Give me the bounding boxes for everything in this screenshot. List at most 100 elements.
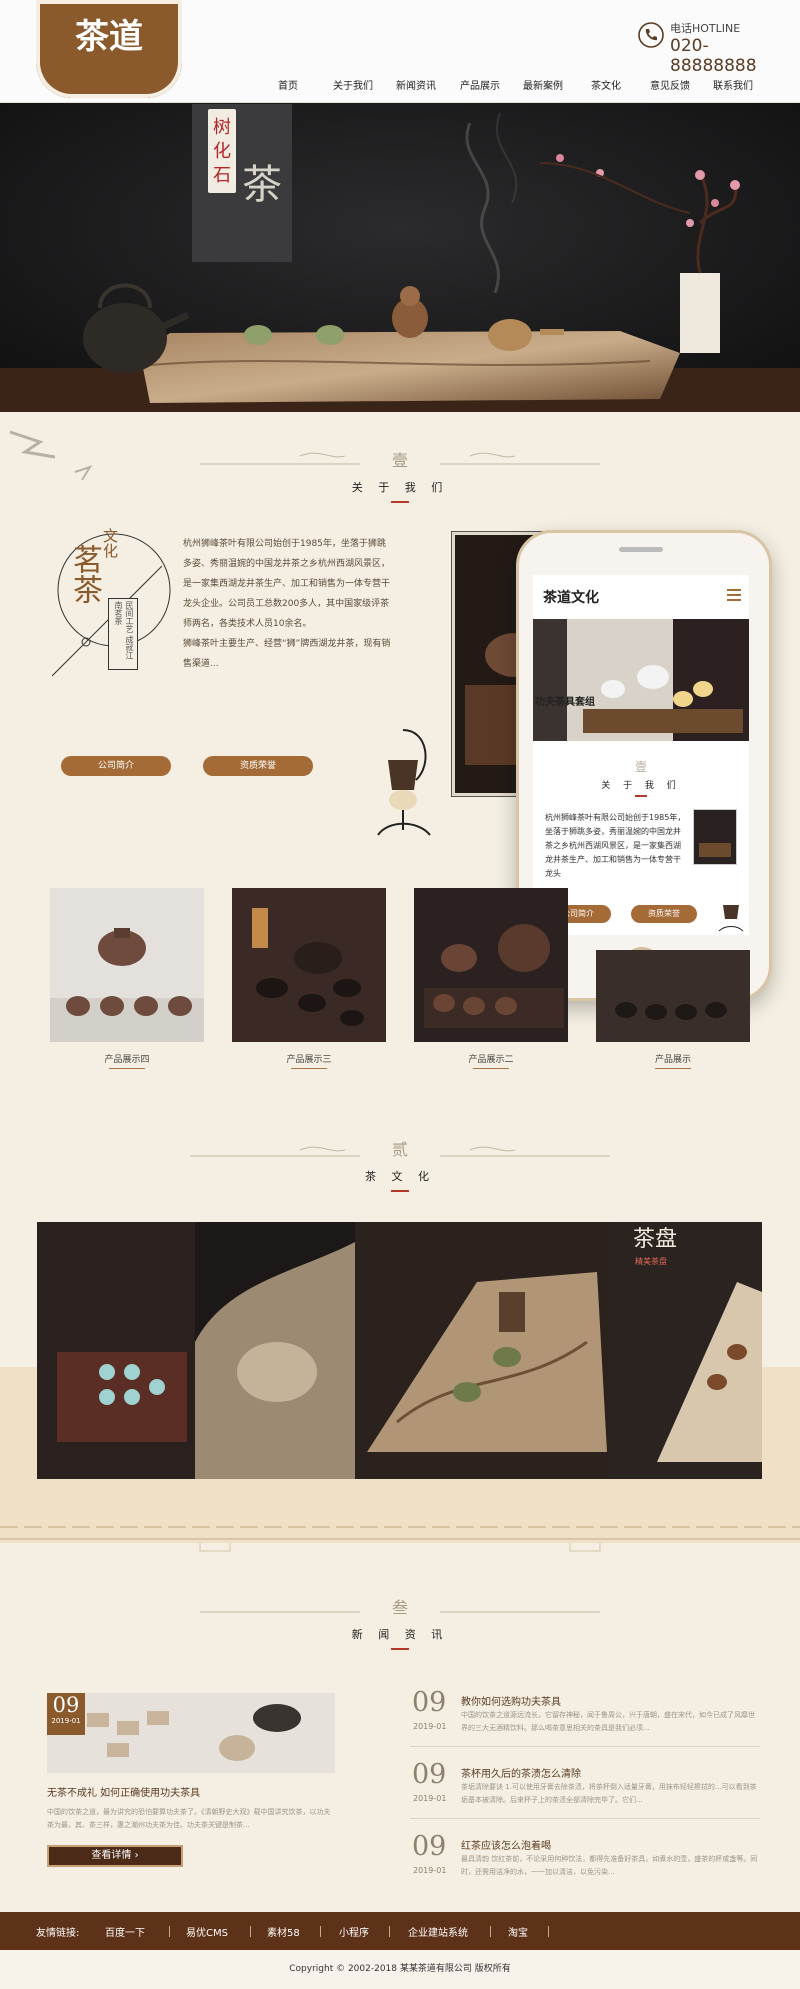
link-separator	[490, 1926, 491, 1937]
friend-links-label: 友情链接:	[36, 1928, 80, 1939]
phone-honor-button[interactable]: 资质荣誉	[631, 905, 697, 923]
hero-illustration: 树 化 石 茶	[0, 103, 800, 412]
news-item-desc: 中国的饮茶之道源远流长，它留存神秘，闻于鲁周公，兴于唐朝，盛在宋代，如今已成了风…	[461, 1711, 755, 1732]
banner-calligraphy: 茶	[242, 162, 282, 208]
phone-speaker	[619, 547, 663, 552]
news-item-desc: 茶垢清除要诀 1.可以使用牙膏去除茶渍，将茶杯倒入适量牙膏，用抹布轻轻擦拭的..…	[461, 1783, 757, 1804]
phone-title-underline	[635, 795, 647, 797]
section-title-underline	[391, 501, 409, 503]
news-featured-datebox: 09 2019-01	[47, 1693, 85, 1735]
phone-hero-text: 功夫茶具套组	[535, 697, 595, 708]
product-image-3[interactable]	[232, 888, 386, 1042]
news-divider	[410, 1746, 760, 1747]
hotline-number: 020-88888888	[670, 36, 757, 76]
link-separator	[169, 1926, 170, 1937]
badge-large-text: 茗茶	[67, 544, 102, 604]
site-header: 茶道 电话HOTLINE 020-88888888 首页 关于我们 新闻资讯 产…	[0, 0, 800, 103]
friend-link[interactable]: 企业建站系统	[408, 1924, 468, 1939]
news-featured-day: 09	[52, 1693, 80, 1717]
news-item-day: 09	[412, 1759, 447, 1790]
sign-char-3: 石	[213, 165, 231, 186]
news-featured-ym: 2019-01	[51, 1717, 81, 1725]
about-badge: 文化 茗茶 民间工艺 成就江南茗茶	[51, 528, 172, 678]
product-caption-line	[109, 1068, 145, 1069]
news-featured[interactable]: 09 2019-01	[47, 1693, 335, 1773]
phone-hero-image	[533, 619, 749, 741]
friend-link[interactable]: 淘宝	[508, 1924, 528, 1939]
phone-icon	[638, 22, 664, 48]
phone-section-number: 壹	[634, 760, 647, 774]
hotline-label: 电话HOTLINE	[670, 22, 741, 35]
badge-vertical-box: 民间工艺 成就江南茗茶	[108, 598, 138, 670]
nav-item-cases[interactable]: 最新案例	[523, 77, 563, 92]
about-section-number: 壹	[391, 451, 408, 470]
nav-item-feedback[interactable]: 意见反馈	[650, 77, 690, 92]
news-item-title[interactable]: 红茶应该怎么泡着喝	[461, 1837, 551, 1852]
news-section-title: 新 闻 资 讯	[351, 1628, 449, 1641]
news-item-ym: 2019-01	[413, 1866, 447, 1875]
link-separator	[250, 1926, 251, 1937]
sign-char-1: 树	[213, 117, 231, 138]
culture-section-head: 贰 茶 文 化	[0, 1136, 800, 1192]
nav-item-news[interactable]: 新闻资讯	[396, 77, 436, 92]
main-nav: 首页 关于我们 新闻资讯 产品展示 最新案例 茶文化 意见反馈 联系我们	[263, 77, 783, 97]
product-image-1[interactable]	[596, 950, 750, 1042]
friend-link[interactable]: 小程序	[339, 1924, 369, 1939]
culture-section-number: 贰	[391, 1140, 408, 1159]
news-featured-image	[47, 1693, 335, 1773]
site-logo[interactable]: 茶道	[36, 0, 182, 98]
section-title-underline	[391, 1648, 409, 1650]
link-separator	[320, 1926, 321, 1937]
about-section-title: 关 于 我 们	[351, 481, 449, 494]
nav-item-products[interactable]: 产品展示	[460, 77, 500, 92]
nav-item-contact[interactable]: 联系我们	[713, 77, 753, 92]
nav-item-home[interactable]: 首页	[278, 77, 298, 92]
news-item-desc: 最具清韵 饮红茶前，不论采用何种饮法，都得先准备好茶具，如煮水的壶，盛茶的杯或盏…	[461, 1855, 758, 1876]
company-intro-button[interactable]: 公司简介	[61, 756, 171, 776]
nav-item-about[interactable]: 关于我们	[333, 77, 373, 92]
friend-link[interactable]: 易优CMS	[186, 1924, 228, 1939]
news-item-title[interactable]: 教你如何选购功夫茶具	[461, 1693, 561, 1708]
culture-gallery: 茶盘 精美茶盘	[37, 1222, 762, 1479]
culture-gallery-image[interactable]: 茶盘 精美茶盘	[37, 1222, 762, 1479]
hero-banner[interactable]: 树 化 石 茶	[0, 103, 800, 412]
about-para-2: 狮峰茶叶主要生产、经营“狮”牌西湖龙井茶，现有销售渠道...	[183, 639, 391, 669]
sign-char-2: 化	[213, 141, 231, 162]
news-more-button[interactable]: 查看详情 ›	[47, 1845, 183, 1867]
product-caption-line	[473, 1068, 509, 1069]
news-section-head: 叁 新 闻 资 讯	[0, 1594, 800, 1650]
product-image-4[interactable]	[50, 888, 204, 1042]
product-caption-4[interactable]: 产品展示四	[50, 1052, 204, 1065]
phone-screen: 茶道文化 功夫茶具套组 壹 关 于 我 们 杭州狮峰茶叶有限公司始创于1985年…	[533, 575, 749, 935]
about-para-1: 杭州狮峰茶叶有限公司始创于1985年，坐落于狮跳多姿、秀丽温婉的中国龙井茶之乡杭…	[183, 539, 391, 629]
copyright: Copyright © 2002-2018 某某茶道有限公司 版权所有	[0, 1950, 800, 1989]
link-separator	[389, 1926, 390, 1937]
phone-section-title: 关 于 我 们	[601, 781, 681, 791]
fret-border	[0, 1538, 800, 1552]
section-title-underline	[391, 1190, 409, 1192]
lantern-icon	[377, 729, 431, 836]
friend-link[interactable]: 素材58	[267, 1924, 300, 1939]
hotline: 电话HOTLINE 020-88888888	[638, 18, 788, 76]
product-image-2[interactable]	[414, 888, 568, 1042]
phone-menu-icon[interactable]	[727, 589, 741, 601]
news-item-title[interactable]: 茶杯用久后的茶渍怎么清除	[461, 1765, 581, 1780]
phone-lantern-icon	[718, 905, 744, 932]
arrow-right-icon: ›	[134, 1850, 139, 1861]
friend-links-bar: 友情链接: 百度一下 易优CMS 素材58 小程序 企业建站系统 淘宝	[0, 1912, 800, 1950]
friend-link[interactable]: 百度一下	[105, 1924, 145, 1939]
news-featured-title[interactable]: 无茶不成礼 如何正确使用功夫茶具	[47, 1784, 200, 1799]
news-featured-desc: 中国的饮茶之道，最为讲究的恐怕要算功夫茶了。《清朝野史大观》载中国讲究饮茶，以功…	[47, 1808, 331, 1829]
news-divider	[410, 1818, 760, 1819]
product-caption-2[interactable]: 产品展示二	[414, 1052, 568, 1065]
product-caption-line	[291, 1068, 327, 1069]
culture-section-title: 茶 文 化	[365, 1170, 435, 1183]
product-caption-3[interactable]: 产品展示三	[232, 1052, 386, 1065]
tea-tray-sublabel: 精美茶盘	[635, 1256, 667, 1266]
product-caption-1[interactable]: 产品展示	[596, 1052, 750, 1065]
honors-button[interactable]: 资质荣誉	[203, 756, 313, 776]
about-section-head: 壹 关 于 我 们	[0, 447, 800, 503]
phone-about-text: 杭州狮峰茶叶有限公司始创于1985年，坐落于狮跳多姿，秀丽温婉的中国龙井茶之乡杭…	[545, 813, 686, 878]
tea-tray-label: 茶盘	[633, 1227, 677, 1252]
nav-item-culture[interactable]: 茶文化	[591, 77, 621, 92]
